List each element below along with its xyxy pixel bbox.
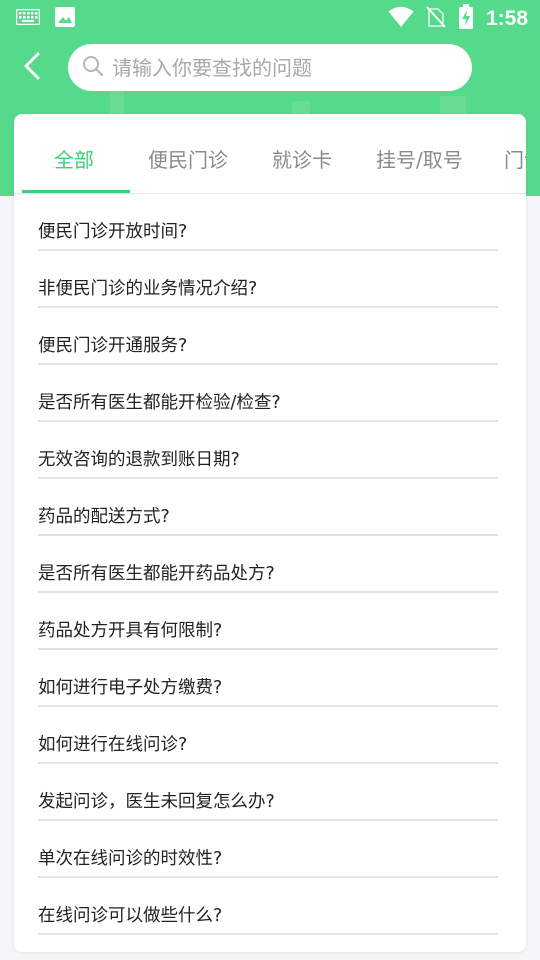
question-text: 单次在线问诊的时效性? bbox=[38, 849, 223, 869]
question-text: 在线问诊可以做些什么? bbox=[38, 906, 223, 926]
tab-medical-card[interactable]: 就诊卡 bbox=[272, 144, 332, 173]
question-item[interactable]: 药品的配送方式? bbox=[14, 479, 526, 536]
question-list: 便民门诊开放时间? 非便民门诊的业务情况介绍? 便民门诊开通服务? 是否所有医生… bbox=[14, 194, 526, 935]
wifi-icon bbox=[388, 6, 414, 32]
search-icon bbox=[82, 55, 104, 81]
question-item[interactable]: 单次在线问诊的时效性? bbox=[14, 821, 526, 878]
question-item[interactable]: 便民门诊开通服务? bbox=[14, 308, 526, 365]
status-bar: 1:58 bbox=[0, 0, 540, 36]
question-item[interactable]: 药品处方开具有何限制? bbox=[14, 593, 526, 650]
chevron-left-icon bbox=[22, 51, 42, 85]
question-text: 便民门诊开通服务? bbox=[38, 336, 188, 356]
faq-card: 全部 便民门诊 就诊卡 挂号/取号 门诊 便民门诊开放时间? 非便民门诊的业务情… bbox=[14, 114, 526, 952]
question-text: 发起问诊，医生未回复怎么办? bbox=[38, 792, 275, 812]
question-text: 是否所有医生都能开药品处方? bbox=[38, 564, 275, 584]
question-text: 如何进行电子处方缴费? bbox=[38, 678, 223, 698]
battery-charging-icon bbox=[458, 4, 474, 34]
question-item[interactable]: 非便民门诊的业务情况介绍? bbox=[14, 251, 526, 308]
tab-convenience-clinic[interactable]: 便民门诊 bbox=[148, 144, 228, 173]
tab-outpatient[interactable]: 门诊 bbox=[504, 144, 526, 173]
question-item[interactable]: 便民门诊开放时间? bbox=[14, 194, 526, 251]
question-text: 药品处方开具有何限制? bbox=[38, 621, 223, 641]
no-sim-icon bbox=[426, 5, 446, 33]
question-item[interactable]: 如何进行在线问诊? bbox=[14, 707, 526, 764]
status-time: 1:58 bbox=[485, 7, 528, 30]
question-text: 无效咨询的退款到账日期? bbox=[38, 450, 240, 470]
question-text: 如何进行在线问诊? bbox=[38, 735, 188, 755]
image-icon bbox=[54, 6, 76, 32]
back-button[interactable] bbox=[14, 50, 50, 86]
tab-registration[interactable]: 挂号/取号 bbox=[376, 144, 463, 173]
tab-all[interactable]: 全部 bbox=[54, 144, 94, 173]
question-text: 非便民门诊的业务情况介绍? bbox=[38, 279, 258, 299]
question-text: 药品的配送方式? bbox=[38, 507, 170, 527]
search-input[interactable] bbox=[112, 55, 432, 80]
keyboard-icon bbox=[15, 8, 41, 29]
question-text: 便民门诊开放时间? bbox=[38, 222, 188, 242]
question-item[interactable]: 是否所有医生都能开药品处方? bbox=[14, 536, 526, 593]
category-tabs: 全部 便民门诊 就诊卡 挂号/取号 门诊 bbox=[14, 114, 526, 194]
question-item[interactable]: 在线问诊可以做些什么? bbox=[14, 878, 526, 935]
question-item[interactable]: 发起问诊，医生未回复怎么办? bbox=[14, 764, 526, 821]
active-tab-indicator bbox=[22, 190, 130, 193]
question-item[interactable]: 如何进行电子处方缴费? bbox=[14, 650, 526, 707]
divider bbox=[38, 933, 498, 935]
question-item[interactable]: 无效咨询的退款到账日期? bbox=[14, 422, 526, 479]
question-item[interactable]: 是否所有医生都能开检验/检查? bbox=[14, 365, 526, 422]
question-text: 是否所有医生都能开检验/检查? bbox=[38, 393, 281, 413]
search-box[interactable] bbox=[68, 44, 472, 91]
